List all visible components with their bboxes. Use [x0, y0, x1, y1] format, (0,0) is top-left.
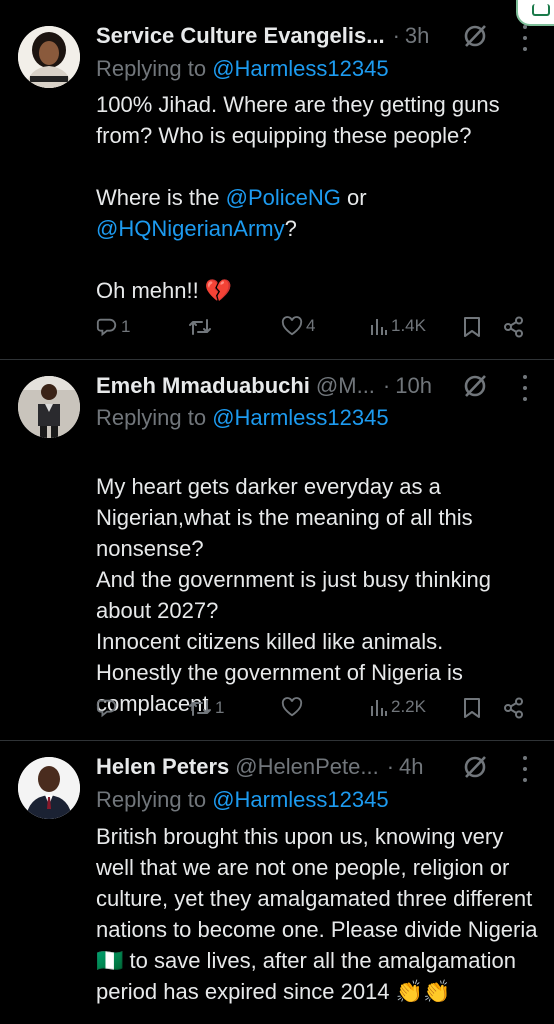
more-vertical-icon[interactable]	[521, 375, 529, 401]
text-paragraph: British brought this upon us, knowing ve…	[96, 824, 538, 1004]
retweet-count: 1	[215, 698, 225, 717]
reply-bubble-icon	[96, 318, 117, 337]
separator-dot: ·	[386, 754, 395, 779]
views-button[interactable]: 1.4K	[370, 316, 426, 336]
reply-bubble-icon	[96, 699, 117, 718]
text-paragraph: My heart gets darker everyday as a Niger…	[96, 474, 492, 716]
views-button[interactable]: 2.2K	[370, 697, 426, 717]
action-bar: 1 4 1.4K	[0, 316, 554, 346]
user-handle[interactable]: @M...	[316, 373, 375, 399]
timestamp[interactable]: 3h	[405, 23, 429, 49]
share-icon	[504, 697, 523, 719]
reply-button[interactable]: 1	[96, 316, 130, 338]
views-bar-chart-icon	[371, 319, 387, 335]
views-bar-chart-icon	[371, 700, 387, 716]
view-count: 1.4K	[391, 316, 426, 335]
avatar-photo	[18, 376, 80, 438]
like-button[interactable]: 4	[281, 316, 315, 336]
bookmark-button[interactable]	[463, 316, 481, 338]
separator-dot: ·	[382, 373, 391, 398]
retweet-button[interactable]: 1	[188, 697, 224, 719]
separator-dot: ·	[392, 23, 400, 48]
timestamp[interactable]: 4h	[399, 754, 423, 780]
timestamp[interactable]: 10h	[395, 373, 432, 399]
view-count: 2.2K	[391, 697, 426, 716]
mention-link[interactable]: @Harmless12345	[212, 787, 388, 812]
nigeria-flag-emoji: 🇳🇬	[96, 948, 124, 973]
clapping-hands-emoji: 👏👏	[395, 979, 451, 1004]
reply-tweet[interactable]: Emeh Mmaduabuchi @M... · 10h Replying to…	[0, 360, 554, 741]
text-paragraph: Where is the @PoliceNG or @HQNigerianArmy…	[96, 185, 367, 241]
grok-slash-circle-icon[interactable]	[462, 754, 488, 780]
grok-slash-circle-icon[interactable]	[462, 23, 488, 49]
more-vertical-icon[interactable]	[521, 756, 529, 782]
text-paragraph: 100% Jihad. Where are they getting guns …	[96, 92, 500, 148]
avatar[interactable]	[18, 757, 80, 819]
display-name[interactable]: Helen Peters	[96, 754, 229, 780]
user-handle[interactable]: @HelenPete...	[235, 754, 378, 780]
retweet-icon	[189, 700, 211, 716]
action-bar: 1 2.2K	[0, 697, 554, 727]
avatar[interactable]	[18, 26, 80, 88]
share-button[interactable]	[503, 316, 525, 338]
share-icon	[504, 316, 523, 338]
bookmark-button[interactable]	[463, 697, 481, 719]
mention-link[interactable]: @Harmless12345	[212, 405, 388, 430]
heart-icon	[281, 316, 303, 336]
retweet-button[interactable]	[188, 316, 215, 338]
tweet-text: 100% Jihad. Where are they getting guns …	[96, 89, 540, 306]
like-button[interactable]	[281, 697, 306, 717]
more-vertical-icon[interactable]	[521, 25, 529, 51]
avatar-photo	[18, 757, 80, 819]
broken-heart-emoji: 💔	[204, 278, 233, 303]
avatar-photo	[18, 26, 80, 88]
avatar[interactable]	[18, 376, 80, 438]
mention-link[interactable]: @HQNigerianArmy	[96, 216, 285, 241]
like-count: 4	[306, 316, 316, 335]
tweet-text: British brought this upon us, knowing ve…	[96, 821, 540, 1007]
reply-count: 1	[121, 317, 131, 336]
grok-slash-circle-icon[interactable]	[462, 373, 488, 399]
share-button[interactable]	[503, 697, 525, 719]
display-name[interactable]: Emeh Mmaduabuchi	[96, 373, 310, 399]
text-paragraph: Oh mehn!! 💔	[96, 278, 233, 303]
retweet-icon	[189, 319, 211, 335]
mention-link[interactable]: @PoliceNG	[226, 185, 341, 210]
replying-to: Replying to @Harmless12345	[96, 405, 389, 430]
reply-button[interactable]	[96, 697, 121, 719]
reply-tweet[interactable]: Service Culture Evangelis... · 3h Replyi…	[0, 0, 554, 360]
bookmark-icon	[464, 317, 480, 337]
mention-link[interactable]: @Harmless12345	[212, 56, 388, 81]
bookmark-icon	[464, 698, 480, 718]
reply-tweet[interactable]: Helen Peters @HelenPete... · 4h Replying…	[0, 741, 554, 1024]
display-name[interactable]: Service Culture Evangelis...	[96, 23, 385, 49]
replying-to: Replying to @Harmless12345	[96, 787, 389, 812]
replying-to: Replying to @Harmless12345	[96, 56, 389, 81]
heart-icon	[281, 697, 303, 717]
